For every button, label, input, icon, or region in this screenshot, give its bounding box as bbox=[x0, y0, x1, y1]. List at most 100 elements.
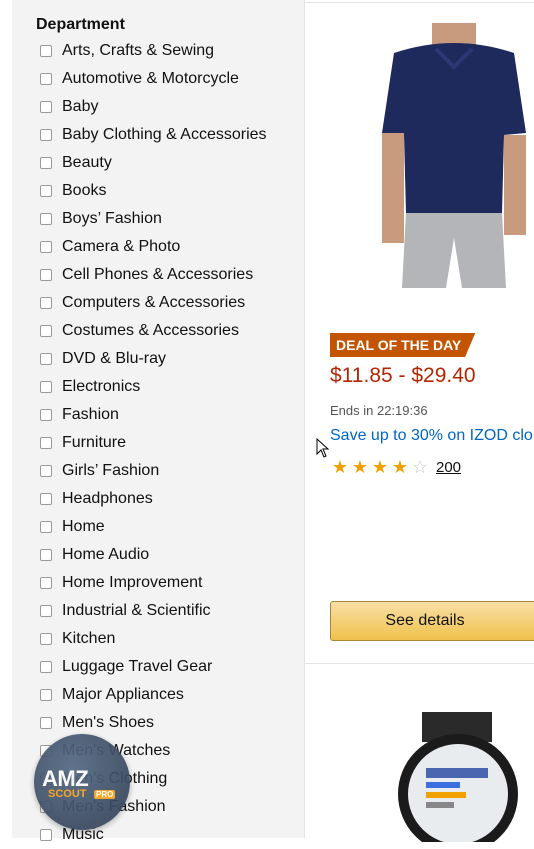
star-rating[interactable]: ★ ★ ★ ★ ☆ 200 bbox=[330, 458, 461, 476]
department-item[interactable]: Automotive & Motorcycle bbox=[40, 65, 267, 93]
department-label: Home Audio bbox=[62, 546, 150, 563]
department-item[interactable]: Arts, Crafts & Sewing bbox=[40, 37, 267, 65]
department-label: Cell Phones & Accessories bbox=[62, 266, 254, 283]
star-filled-icon: ★ bbox=[331, 457, 349, 477]
department-list: Arts, Crafts & Sewing Automotive & Motorc… bbox=[40, 37, 267, 849]
department-label: Electronics bbox=[62, 378, 141, 395]
deal-of-the-day-badge: DEAL OF THE DAY bbox=[330, 333, 476, 357]
department-checkbox[interactable] bbox=[40, 325, 52, 337]
department-label: Home Improvement bbox=[62, 574, 203, 591]
department-checkbox[interactable] bbox=[40, 45, 52, 57]
department-item[interactable]: Kitchen bbox=[40, 625, 267, 653]
department-item[interactable]: DVD & Blu-ray bbox=[40, 345, 267, 373]
star-filled-icon: ★ bbox=[391, 457, 409, 477]
department-item[interactable]: Costumes & Accessories bbox=[40, 317, 267, 345]
star-icons: ★ ★ ★ ★ ☆ bbox=[330, 458, 430, 476]
department-checkbox[interactable] bbox=[40, 577, 52, 589]
department-label: Major Appliances bbox=[62, 686, 184, 703]
department-item[interactable]: Fashion bbox=[40, 401, 267, 429]
department-checkbox[interactable] bbox=[40, 661, 52, 673]
department-label: Furniture bbox=[62, 434, 127, 451]
department-item[interactable]: Home Improvement bbox=[40, 569, 267, 597]
department-checkbox[interactable] bbox=[40, 185, 52, 197]
polo-shirt-product-image[interactable] bbox=[374, 23, 534, 288]
department-label: Camera & Photo bbox=[62, 238, 181, 255]
department-item[interactable]: Industrial & Scientific bbox=[40, 597, 267, 625]
star-empty-icon: ☆ bbox=[411, 457, 429, 477]
deal-price-range: $11.85 - $29.40 bbox=[330, 364, 476, 387]
department-checkbox[interactable] bbox=[40, 269, 52, 281]
department-checkbox[interactable] bbox=[40, 605, 52, 617]
deal-card: DEAL OF THE DAY $11.85 - $29.40 Ends in … bbox=[304, 2, 534, 663]
department-checkbox[interactable] bbox=[40, 157, 52, 169]
department-item[interactable]: Home bbox=[40, 513, 267, 541]
department-checkbox[interactable] bbox=[40, 73, 52, 85]
department-checkbox[interactable] bbox=[40, 437, 52, 449]
department-item[interactable]: Baby Clothing & Accessories bbox=[40, 121, 267, 149]
department-label: Home bbox=[62, 518, 105, 535]
department-checkbox[interactable] bbox=[40, 521, 52, 533]
department-item[interactable]: Books bbox=[40, 177, 267, 205]
see-details-button[interactable]: See details bbox=[330, 601, 534, 641]
department-checkbox[interactable] bbox=[40, 129, 52, 141]
amzscout-extension-badge[interactable]: AMZ SCOUT PRO bbox=[34, 734, 130, 830]
department-label: Girls’ Fashion bbox=[62, 462, 160, 479]
department-checkbox[interactable] bbox=[40, 213, 52, 225]
department-heading: Department bbox=[36, 16, 125, 33]
department-item[interactable]: Computers & Accessories bbox=[40, 289, 267, 317]
department-label: Boys’ Fashion bbox=[62, 210, 162, 227]
department-checkbox[interactable] bbox=[40, 717, 52, 729]
department-checkbox[interactable] bbox=[40, 465, 52, 477]
department-label: Baby Clothing & Accessories bbox=[62, 126, 267, 143]
department-item[interactable]: Beauty bbox=[40, 149, 267, 177]
department-label: Costumes & Accessories bbox=[62, 322, 239, 339]
smartwatch-product-image[interactable] bbox=[374, 712, 534, 842]
department-checkbox[interactable] bbox=[40, 381, 52, 393]
department-item[interactable]: Camera & Photo bbox=[40, 233, 267, 261]
department-item[interactable]: Furniture bbox=[40, 429, 267, 457]
department-label: Industrial & Scientific bbox=[62, 602, 211, 619]
department-item[interactable]: Boys’ Fashion bbox=[40, 205, 267, 233]
department-checkbox[interactable] bbox=[40, 353, 52, 365]
mouse-cursor-icon bbox=[316, 438, 330, 458]
deal-countdown: Ends in 22:19:36 bbox=[330, 403, 428, 418]
department-checkbox[interactable] bbox=[40, 829, 52, 841]
second-product-card bbox=[304, 663, 534, 842]
department-label: Headphones bbox=[62, 490, 153, 507]
department-label: Fashion bbox=[62, 406, 119, 423]
department-checkbox[interactable] bbox=[40, 241, 52, 253]
department-item[interactable]: Girls’ Fashion bbox=[40, 457, 267, 485]
amzscout-sub-text: SCOUT bbox=[48, 788, 87, 800]
department-checkbox[interactable] bbox=[40, 493, 52, 505]
star-filled-icon: ★ bbox=[351, 457, 369, 477]
department-label: Computers & Accessories bbox=[62, 294, 246, 311]
department-label: Automotive & Motorcycle bbox=[62, 70, 239, 87]
department-item[interactable]: Headphones bbox=[40, 485, 267, 513]
department-item[interactable]: Electronics bbox=[40, 373, 267, 401]
department-label: Beauty bbox=[62, 154, 112, 171]
department-item[interactable]: Men's Shoes bbox=[40, 709, 267, 737]
department-item[interactable]: Home Audio bbox=[40, 541, 267, 569]
department-checkbox[interactable] bbox=[40, 101, 52, 113]
deal-title-link[interactable]: Save up to 30% on IZOD clo bbox=[330, 427, 534, 445]
review-count-link[interactable]: 200 bbox=[436, 459, 461, 476]
star-filled-icon: ★ bbox=[371, 457, 389, 477]
department-label: Kitchen bbox=[62, 630, 116, 647]
department-item[interactable]: Baby bbox=[40, 93, 267, 121]
department-checkbox[interactable] bbox=[40, 549, 52, 561]
amzscout-pro-tag: PRO bbox=[94, 790, 116, 799]
department-item[interactable]: Cell Phones & Accessories bbox=[40, 261, 267, 289]
department-label: DVD & Blu-ray bbox=[62, 350, 167, 367]
department-item[interactable]: Major Appliances bbox=[40, 681, 267, 709]
department-sidebar: Department Arts, Crafts & Sewing Automoti… bbox=[12, 0, 305, 843]
department-label: Luggage Travel Gear bbox=[62, 658, 213, 675]
department-label: Men's Shoes bbox=[62, 714, 154, 731]
department-label: Arts, Crafts & Sewing bbox=[62, 42, 215, 59]
department-item[interactable]: Luggage Travel Gear bbox=[40, 653, 267, 681]
department-checkbox[interactable] bbox=[40, 409, 52, 421]
department-checkbox[interactable] bbox=[40, 297, 52, 309]
department-checkbox[interactable] bbox=[40, 633, 52, 645]
department-label: Baby bbox=[62, 98, 99, 115]
department-label: Books bbox=[62, 182, 107, 199]
department-checkbox[interactable] bbox=[40, 689, 52, 701]
